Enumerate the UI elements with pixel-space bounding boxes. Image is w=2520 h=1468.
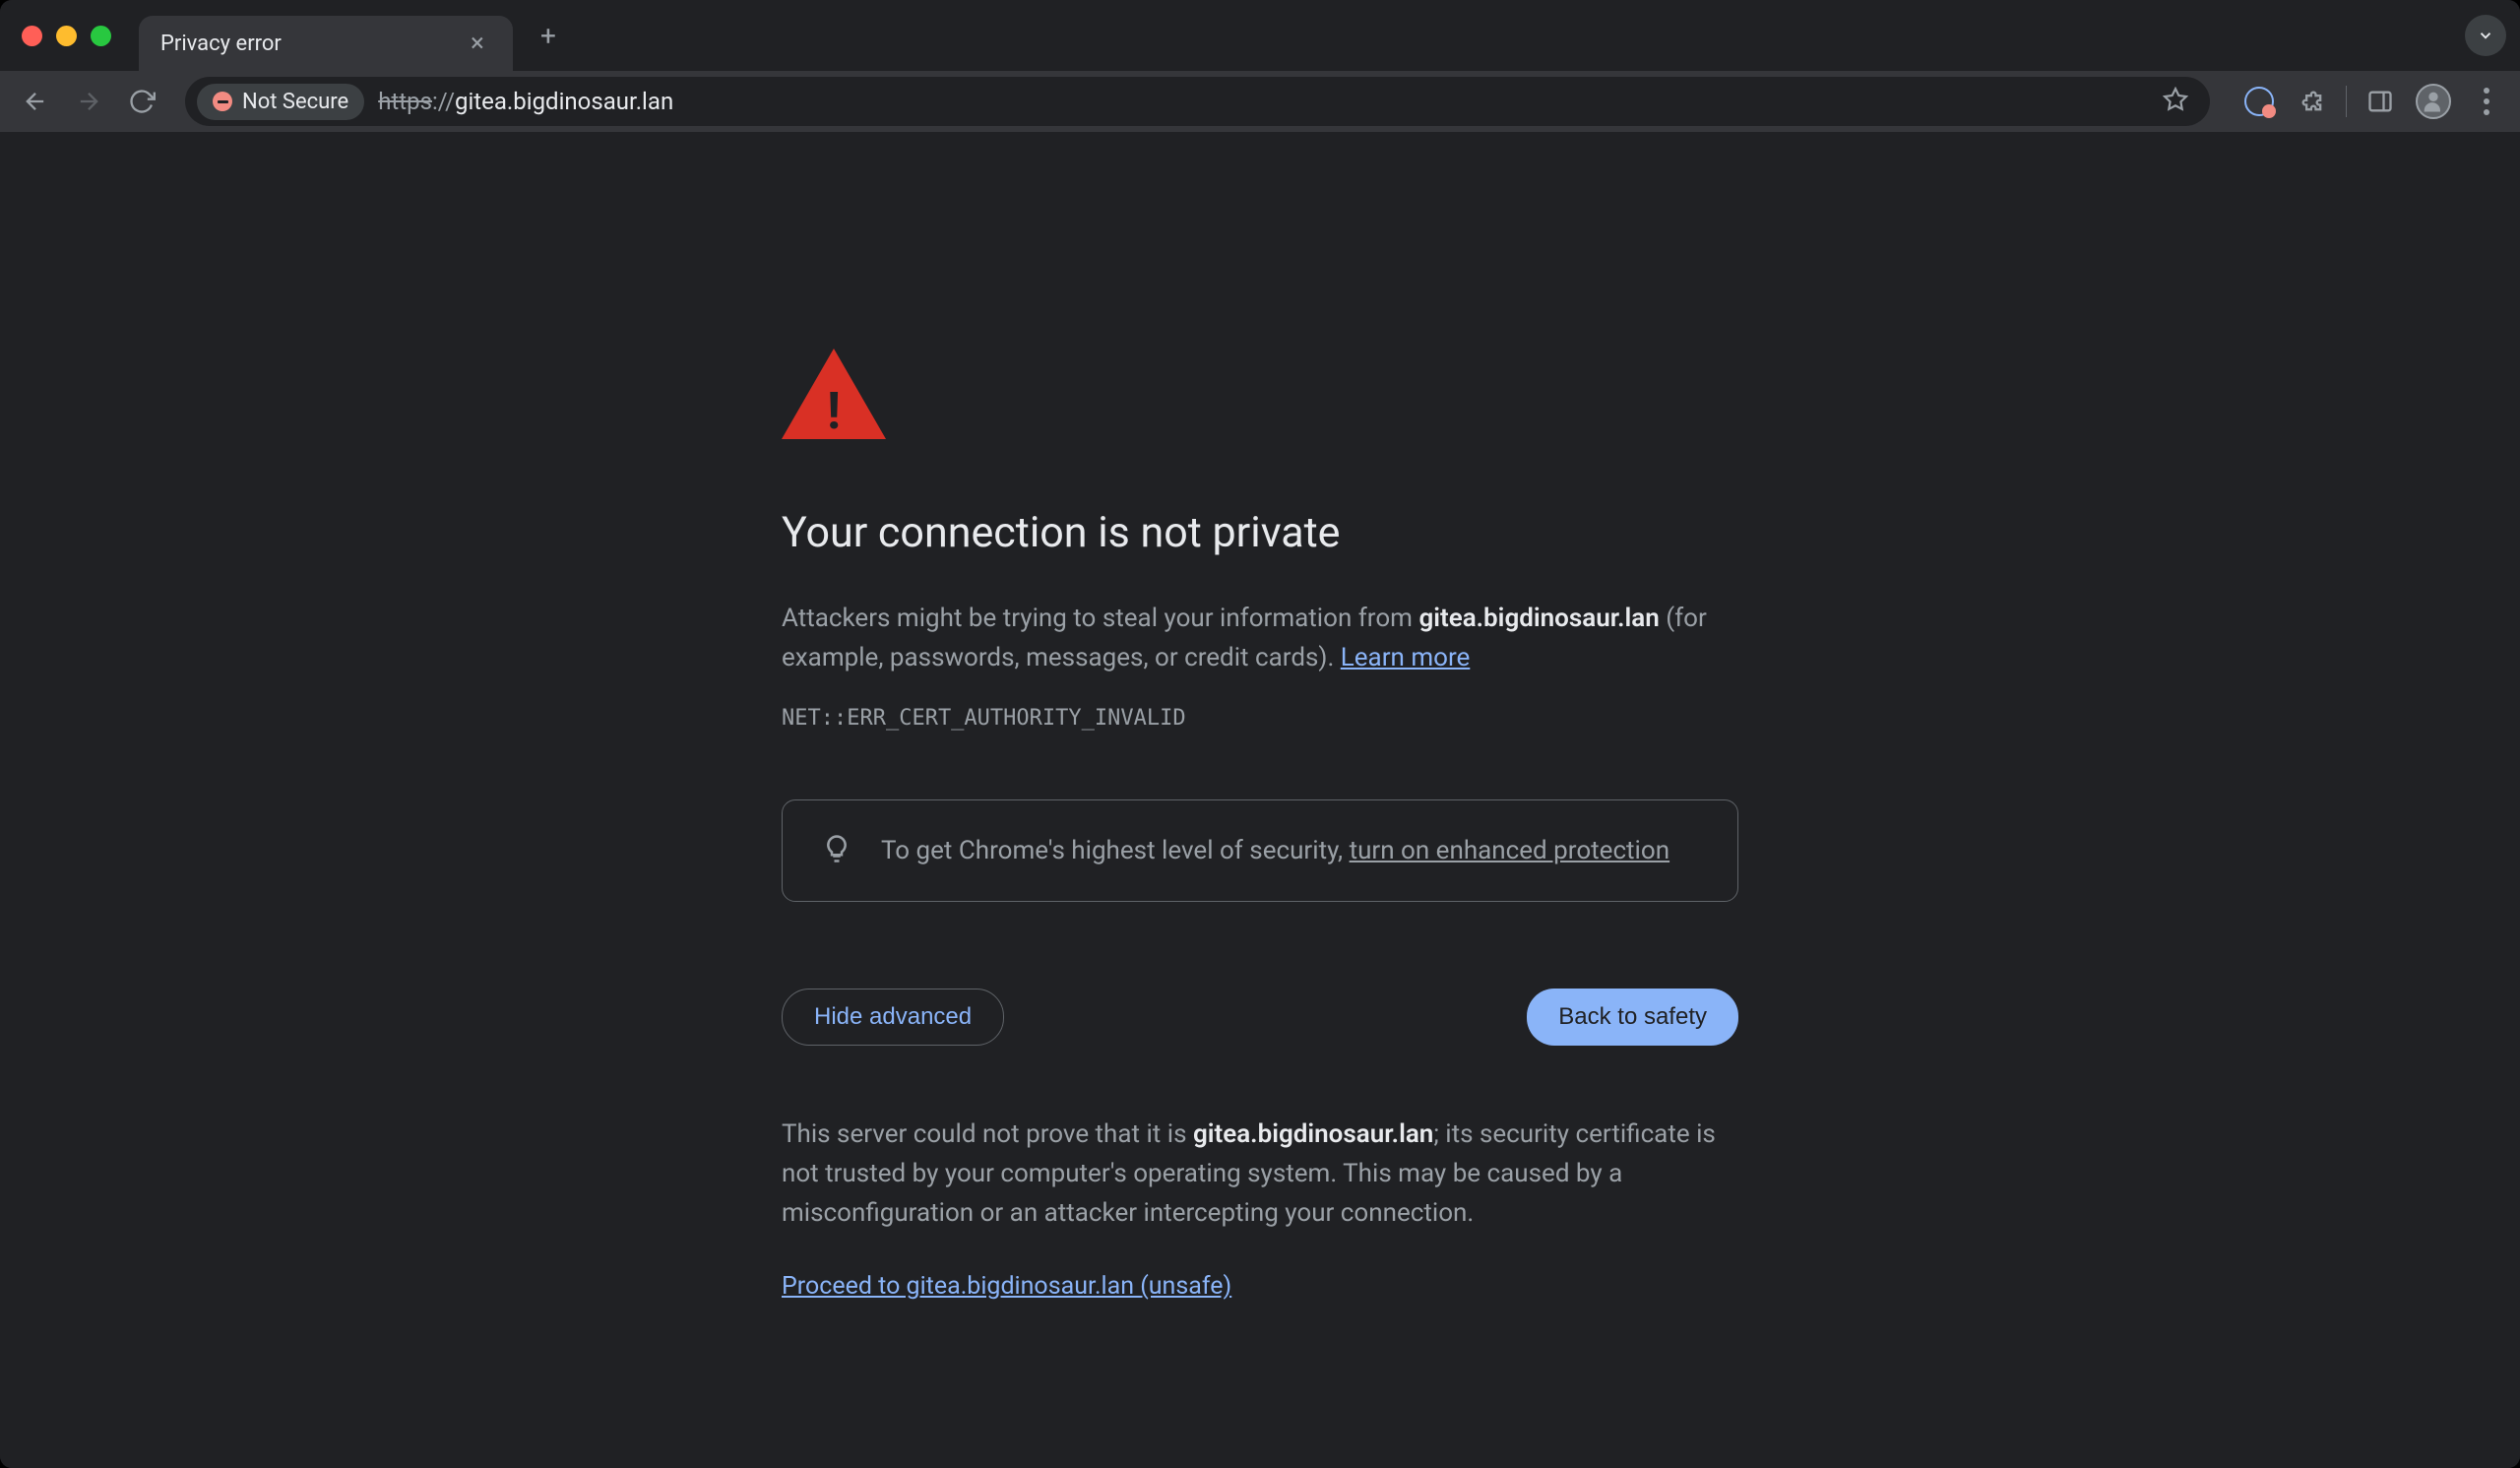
minimize-window-button[interactable]	[56, 26, 77, 46]
learn-more-link[interactable]: Learn more	[1341, 643, 1471, 672]
close-window-button[interactable]	[22, 26, 42, 46]
chevron-down-icon	[2477, 27, 2494, 44]
bookmark-button[interactable]	[2163, 87, 2188, 116]
enhanced-protection-tip: To get Chrome's highest level of securit…	[782, 799, 1738, 902]
puzzle-icon	[2299, 88, 2326, 115]
notifications-button[interactable]	[2239, 82, 2279, 121]
ssl-interstitial: ! Your connection is not private Attacke…	[782, 349, 1738, 1468]
browser-tab[interactable]: Privacy error ×	[139, 16, 513, 71]
warning-host: gitea.bigdinosaur.lan	[1418, 604, 1659, 633]
toolbar-separator	[2346, 86, 2347, 117]
warning-body: Attackers might be trying to steal your …	[782, 599, 1738, 678]
advanced-explanation: This server could not prove that it is g…	[782, 1115, 1738, 1234]
enhanced-protection-link[interactable]: turn on enhanced protection	[1350, 836, 1670, 865]
forward-button[interactable]	[67, 80, 110, 123]
tab-bar: Privacy error × +	[0, 0, 2520, 71]
back-button[interactable]	[14, 80, 57, 123]
security-chip[interactable]: Not Secure	[197, 84, 364, 120]
error-code: NET::ERR_CERT_AUTHORITY_INVALID	[782, 706, 1738, 731]
security-label: Not Secure	[242, 90, 348, 114]
url-text: https://gitea.bigdinosaur.lan	[378, 88, 2149, 115]
button-row: Hide advanced Back to safety	[782, 989, 1738, 1046]
warning-triangle-icon: !	[782, 349, 886, 439]
advanced-host: gitea.bigdinosaur.lan	[1193, 1119, 1433, 1149]
person-icon	[2420, 88, 2447, 115]
back-to-safety-button[interactable]: Back to safety	[1527, 989, 1738, 1046]
tip-text: To get Chrome's highest level of securit…	[881, 836, 1670, 865]
page-content: ! Your connection is not private Attacke…	[0, 132, 2520, 1468]
maximize-window-button[interactable]	[91, 26, 111, 46]
reload-icon	[128, 88, 156, 115]
toolbar-actions	[2239, 82, 2506, 121]
avatar-icon	[2416, 84, 2451, 119]
proceed-unsafe-link[interactable]: Proceed to gitea.bigdinosaur.lan (unsafe…	[782, 1272, 1231, 1301]
address-bar[interactable]: Not Secure https://gitea.bigdinosaur.lan	[185, 77, 2210, 126]
close-tab-icon[interactable]: ×	[464, 30, 491, 57]
side-panel-button[interactable]	[2361, 82, 2400, 121]
panel-icon	[2366, 88, 2394, 115]
reload-button[interactable]	[120, 80, 163, 123]
not-secure-icon	[213, 92, 232, 111]
arrow-right-icon	[75, 88, 102, 115]
kebab-icon	[2484, 88, 2489, 115]
browser-window: Privacy error × + Not Secure https://git…	[0, 0, 2520, 1468]
arrow-left-icon	[22, 88, 49, 115]
profile-button[interactable]	[2414, 82, 2453, 121]
extensions-button[interactable]	[2293, 82, 2332, 121]
headline: Your connection is not private	[782, 508, 1738, 557]
url-scheme: https	[378, 88, 432, 115]
tab-search-button[interactable]	[2465, 15, 2506, 56]
url-host: gitea.bigdinosaur.lan	[455, 88, 673, 115]
hide-advanced-button[interactable]: Hide advanced	[782, 989, 1004, 1046]
tab-title: Privacy error	[160, 32, 450, 56]
new-tab-button[interactable]: +	[527, 14, 570, 57]
notification-badge-icon	[2244, 87, 2274, 116]
star-icon	[2163, 87, 2188, 112]
lightbulb-icon	[822, 834, 851, 867]
window-controls	[22, 26, 111, 46]
toolbar: Not Secure https://gitea.bigdinosaur.lan	[0, 71, 2520, 132]
menu-button[interactable]	[2467, 82, 2506, 121]
